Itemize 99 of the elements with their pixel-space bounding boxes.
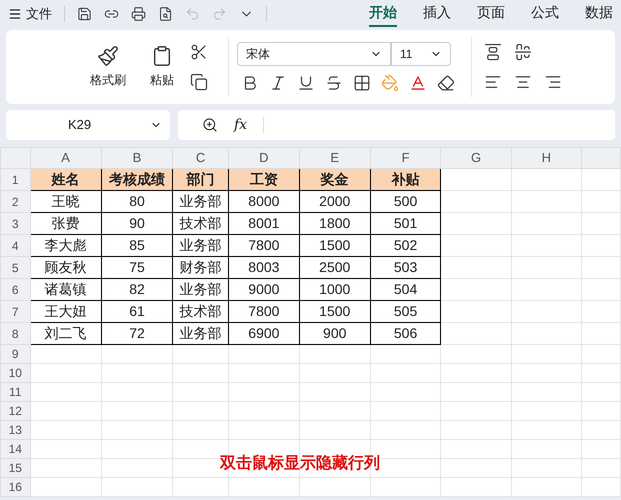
table-cell: 504 <box>370 278 441 300</box>
row-header[interactable]: 9 <box>0 344 30 364</box>
table-cell: 501 <box>370 212 441 234</box>
fill-color-icon[interactable] <box>381 74 399 92</box>
save-icon[interactable] <box>76 5 92 23</box>
row-header[interactable]: 13 <box>0 420 30 440</box>
column-header[interactable]: G <box>440 148 512 168</box>
table-cell: 王大妞 <box>30 300 102 322</box>
header-cell: 姓名 <box>30 168 102 190</box>
table-cell: 技术部 <box>172 300 228 322</box>
table-cell: 6900 <box>228 322 300 344</box>
function-label[interactable]: fx <box>234 114 248 136</box>
eraser-icon[interactable] <box>437 74 455 92</box>
font-size-select[interactable]: 11 <box>391 42 451 66</box>
align-middle-icon[interactable] <box>514 43 532 61</box>
header-cell: 工资 <box>228 168 300 190</box>
align-right-icon[interactable] <box>544 73 562 91</box>
ribbon-tab[interactable]: 插入 <box>422 2 451 26</box>
table-cell: 2500 <box>299 256 370 278</box>
table-cell: 503 <box>370 256 441 278</box>
print-icon[interactable] <box>130 5 146 23</box>
table-cell: 75 <box>101 256 173 278</box>
row-header[interactable]: 7 <box>0 300 30 322</box>
row-header[interactable]: 15 <box>0 458 30 478</box>
align-top-icon[interactable] <box>484 43 502 61</box>
name-box[interactable]: K29 <box>6 110 170 140</box>
table-cell: 王晓 <box>30 190 102 212</box>
file-menu[interactable]: 文件 <box>8 4 52 24</box>
row-header[interactable]: 11 <box>0 382 30 402</box>
row-header[interactable]: 4 <box>0 234 30 256</box>
table-cell: 7800 <box>228 234 300 256</box>
table-cell: 9000 <box>228 278 300 300</box>
table-cell: 技术部 <box>172 212 228 234</box>
table-cell: 张费 <box>30 212 102 234</box>
ribbon-tab[interactable]: 开始 <box>368 2 397 26</box>
header-cell: 补贴 <box>370 168 441 190</box>
table-cell: 1500 <box>299 234 370 256</box>
table-cell: 506 <box>370 322 441 344</box>
table-cell: 1000 <box>299 278 370 300</box>
table-cell: 1500 <box>299 300 370 322</box>
table-cell: 业务部 <box>172 322 228 344</box>
ribbon-tab[interactable]: 数据 <box>584 2 613 26</box>
font-color-icon[interactable] <box>409 74 427 92</box>
table-cell: 业务部 <box>172 190 228 212</box>
align-center-icon[interactable] <box>514 73 532 91</box>
clipboard-icon[interactable] <box>151 45 173 67</box>
row-header[interactable]: 12 <box>0 402 30 420</box>
table-cell: 顾友秋 <box>30 256 102 278</box>
table-cell: 7800 <box>228 300 300 322</box>
row-header[interactable]: 10 <box>0 364 30 382</box>
header-cell: 奖金 <box>299 168 370 190</box>
table-cell: 85 <box>101 234 173 256</box>
table-cell: 61 <box>101 300 173 322</box>
caption-text: 双击鼠标显示隐藏行列 <box>220 453 380 474</box>
table-cell: 505 <box>370 300 441 322</box>
print-preview-icon[interactable] <box>158 5 174 23</box>
table-cell: 业务部 <box>172 234 228 256</box>
table-cell: 900 <box>299 322 370 344</box>
header-cell: 考核成绩 <box>101 168 173 190</box>
borders-icon[interactable] <box>353 74 371 92</box>
table-cell: 8003 <box>228 256 300 278</box>
row-header[interactable]: 6 <box>0 278 30 300</box>
table-cell: 李大彪 <box>30 234 102 256</box>
column-header[interactable]: H <box>511 148 582 168</box>
table-cell: 刘二飞 <box>30 322 102 344</box>
table-cell: 2000 <box>299 190 370 212</box>
underline-icon[interactable] <box>297 74 315 92</box>
table-cell: 82 <box>101 278 173 300</box>
table-cell: 8000 <box>228 190 300 212</box>
align-left-icon[interactable] <box>484 73 502 91</box>
row-header[interactable]: 8 <box>0 322 30 344</box>
font-select[interactable]: 宋体 <box>237 42 391 66</box>
strikethrough-icon[interactable] <box>325 74 343 92</box>
header-cell: 部门 <box>172 168 228 190</box>
ribbon-tab[interactable]: 公式 <box>530 2 559 26</box>
table-cell: 500 <box>370 190 441 212</box>
table-cell: 财务部 <box>172 256 228 278</box>
table-cell: 诸葛镇 <box>30 278 102 300</box>
zoom-icon[interactable] <box>202 117 218 133</box>
row-header[interactable]: 14 <box>0 440 30 458</box>
format-painter-label[interactable]: 格式刷 <box>90 71 126 89</box>
menu-icon <box>8 7 22 21</box>
table-cell: 1800 <box>299 212 370 234</box>
ribbon-tab[interactable]: 页面 <box>476 2 505 26</box>
row-header[interactable]: 2 <box>0 190 30 212</box>
table-cell: 8001 <box>228 212 300 234</box>
table-cell: 90 <box>101 212 173 234</box>
table-cell: 80 <box>101 190 173 212</box>
copy-icon[interactable] <box>190 73 208 91</box>
scissors-icon[interactable] <box>190 43 208 61</box>
paste-label[interactable]: 粘贴 <box>150 71 174 89</box>
row-header[interactable]: 1 <box>0 168 30 190</box>
format-painter-icon[interactable] <box>97 45 119 67</box>
row-header[interactable]: 5 <box>0 256 30 278</box>
row-header[interactable]: 16 <box>0 478 30 496</box>
row-header[interactable]: 3 <box>0 212 30 234</box>
table-cell: 业务部 <box>172 278 228 300</box>
table-cell: 72 <box>101 322 173 344</box>
table-cell: 502 <box>370 234 441 256</box>
